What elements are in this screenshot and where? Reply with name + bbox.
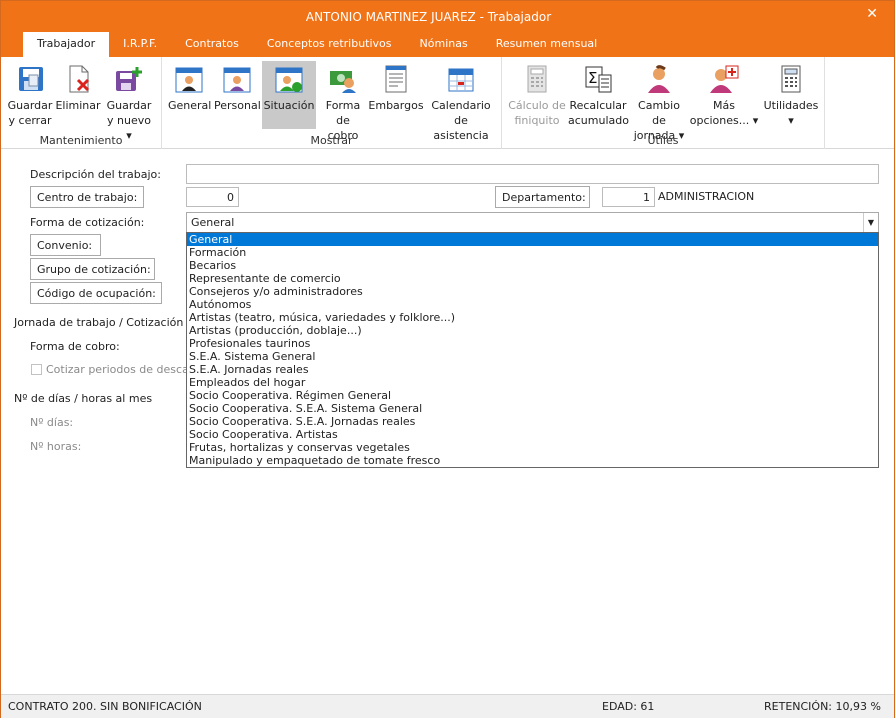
recalcular-acumulado-button[interactable]: Σ Recalcular acumulado — [568, 61, 629, 128]
dropdown-option[interactable]: General — [187, 233, 878, 246]
horas-label: Nº horas: — [30, 440, 82, 453]
dropdown-option[interactable]: Representante de comercio — [187, 272, 878, 285]
departamento-field[interactable]: 1 — [602, 187, 655, 207]
dropdown-option[interactable]: Socio Cooperativa. S.E.A. Sistema Genera… — [187, 402, 878, 415]
group-title-utiles: Útiles — [647, 134, 679, 147]
dias-label: Nº días: — [30, 416, 74, 429]
dropdown-option[interactable]: Empleados del hogar — [187, 376, 878, 389]
guardar-cerrar-button[interactable]: Guardar y cerrar — [7, 61, 53, 128]
mas-opciones-button[interactable]: Más opciones... ▾ — [688, 61, 760, 128]
departamento-name: ADMINISTRACION — [658, 190, 755, 203]
dropdown-option[interactable]: Artistas (teatro, música, variedades y f… — [187, 311, 878, 324]
ribbon-group-utiles: Cálculo de finiquito Σ Recalcular acumul… — [502, 57, 825, 149]
close-icon[interactable]: ✕ — [866, 6, 878, 22]
grupo-cotizacion-button[interactable]: Grupo de cotización: — [30, 258, 155, 280]
save-close-icon — [14, 63, 46, 95]
payment-icon — [327, 63, 359, 95]
tab-bar: Trabajador I.R.P.F. Contratos Conceptos … — [23, 32, 611, 57]
eliminar-button[interactable]: Eliminar — [55, 61, 101, 113]
ribbon: Guardar y cerrar Eliminar Guardar y nuev… — [1, 57, 894, 149]
guardar-nuevo-button[interactable]: Guardar y nuevo ▾ — [103, 61, 155, 143]
dias-horas-label: Nº de días / horas al mes — [14, 392, 153, 405]
tab-trabajador[interactable]: Trabajador — [23, 32, 110, 57]
embargos-button[interactable]: Embargos — [368, 61, 424, 113]
calculator-icon — [775, 63, 807, 95]
dropdown-option[interactable]: Frutas, hortalizas y conservas vegetales — [187, 441, 878, 454]
save-new-icon — [113, 63, 145, 95]
tab-contratos[interactable]: Contratos — [171, 32, 253, 57]
tab-conceptos-retributivos[interactable]: Conceptos retributivos — [253, 32, 406, 57]
worker-window: ANTONIO MARTINEZ JUAREZ - Trabajador ✕ T… — [0, 0, 895, 718]
person-shift-icon — [643, 63, 675, 95]
calculator-icon — [521, 63, 553, 95]
general-button[interactable]: General — [168, 61, 211, 113]
document-list-icon — [380, 63, 412, 95]
calendario-asistencia-button[interactable]: Calendario de asistencia — [426, 61, 496, 143]
forma-cotizacion-value: General — [191, 216, 235, 229]
tab-irpf[interactable]: I.R.P.F. — [109, 32, 171, 57]
codigo-ocupacion-button[interactable]: Código de ocupación: — [30, 282, 162, 304]
delete-icon — [62, 63, 94, 95]
dropdown-option[interactable]: Socio Cooperativa. Artistas — [187, 428, 878, 441]
person-situation-icon — [273, 63, 305, 95]
personal-button[interactable]: Personal — [214, 61, 261, 113]
status-contrato: CONTRATO 200. SIN BONIFICACIÓN — [8, 700, 202, 713]
utilidades-button[interactable]: Utilidades ▾ — [762, 61, 820, 128]
dropdown-option[interactable]: Socio Cooperativa. S.E.A. Jornadas reale… — [187, 415, 878, 428]
chevron-down-icon[interactable]: ▼ — [863, 213, 878, 232]
group-title-mantenimiento: Mantenimiento — [39, 134, 123, 147]
forma-cotizacion-label: Forma de cotización: — [30, 216, 145, 229]
dropdown-option[interactable]: Becarios — [187, 259, 878, 272]
dropdown-option[interactable]: Manipulado y empaquetado de tomate fresc… — [187, 454, 878, 467]
calendar-icon — [445, 63, 477, 95]
cotizar-periodos-checkbox[interactable] — [31, 364, 42, 375]
dropdown-option[interactable]: Consejeros y/o administradores — [187, 285, 878, 298]
title-bar: ANTONIO MARTINEZ JUAREZ - Trabajador ✕ T… — [1, 1, 894, 57]
dropdown-option[interactable]: Autónomos — [187, 298, 878, 311]
status-bar: CONTRATO 200. SIN BONIFICACIÓN EDAD: 61 … — [1, 694, 894, 718]
calculo-finiquito-button[interactable]: Cálculo de finiquito — [506, 61, 568, 128]
descripcion-field[interactable] — [186, 164, 879, 184]
forma-cotizacion-dropdown[interactable]: General Formación Becarios Representante de… — [186, 232, 879, 468]
departamento-button[interactable]: Departamento: — [495, 186, 590, 208]
svg-text:Σ: Σ — [588, 69, 597, 87]
centro-trabajo-button[interactable]: Centro de trabajo: — [30, 186, 144, 208]
dropdown-option[interactable]: Socio Cooperativa. Régimen General — [187, 389, 878, 402]
status-edad: EDAD: 61 — [602, 700, 655, 713]
descripcion-label: Descripción del trabajo: — [30, 168, 161, 181]
forma-cobro-label: Forma de cobro: — [30, 340, 120, 353]
tab-resumen-mensual[interactable]: Resumen mensual — [482, 32, 612, 57]
convenio-button[interactable]: Convenio: — [30, 234, 101, 256]
status-retencion: RETENCIÓN: 10,93 % — [764, 700, 881, 713]
person-options-icon — [708, 63, 740, 95]
cambio-jornada-button[interactable]: Cambio de jornada ▾ — [630, 61, 688, 143]
dropdown-option[interactable]: S.E.A. Jornadas reales — [187, 363, 878, 376]
ribbon-group-mostrar: General Personal Situación Forma de cobr… — [162, 57, 502, 149]
sum-icon: Σ — [582, 63, 614, 95]
ribbon-group-mantenimiento: Guardar y cerrar Eliminar Guardar y nuev… — [1, 57, 162, 149]
centro-trabajo-field[interactable]: 0 — [186, 187, 239, 207]
dropdown-option[interactable]: Profesionales taurinos — [187, 337, 878, 350]
cotizar-periodos-label: Cotizar periodos de descan — [46, 363, 196, 376]
group-title-mostrar: Mostrar — [310, 134, 353, 147]
dropdown-option[interactable]: S.E.A. Sistema General — [187, 350, 878, 363]
dropdown-option[interactable]: Artistas (producción, doblaje...) — [187, 324, 878, 337]
person-card-icon — [221, 63, 253, 95]
jornada-label: Jornada de trabajo / Cotización a — [14, 316, 194, 329]
tab-nominas[interactable]: Nóminas — [406, 32, 482, 57]
forma-cotizacion-select[interactable]: General ▼ — [186, 212, 879, 233]
person-card-icon — [173, 63, 205, 95]
dropdown-option[interactable]: Formación — [187, 246, 878, 259]
forma-cobro-button[interactable]: Forma de cobro — [320, 61, 366, 143]
window-title: ANTONIO MARTINEZ JUAREZ - Trabajador — [305, 10, 552, 24]
situacion-button[interactable]: Situación — [262, 61, 316, 129]
